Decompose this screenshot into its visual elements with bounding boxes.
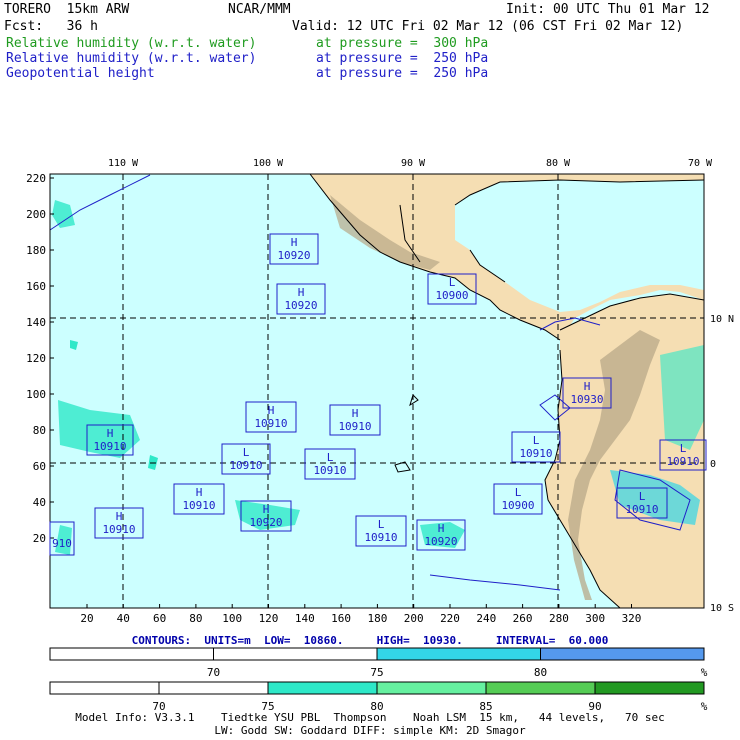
- x-tick-label: 220: [440, 612, 460, 625]
- center-type: H: [291, 236, 298, 249]
- center-value: 10910: [102, 523, 135, 536]
- colorbar-300hpa: 70 75 80 85 90%: [49, 681, 708, 713]
- colorbar-segment: [594, 681, 705, 695]
- model-info-line2: LW: Godd SW: Goddard DIFF: simple KM: 2D…: [214, 724, 526, 737]
- colorbar-segment: [158, 681, 269, 695]
- center-value: 10900: [435, 289, 468, 302]
- center-type: H: [116, 510, 123, 523]
- center-type: L: [680, 442, 687, 455]
- lon-label: 90 W: [401, 158, 426, 169]
- center-value: 10910: [254, 417, 287, 430]
- colorbar-unit: %: [701, 666, 708, 679]
- x-tick-label: 100: [222, 612, 242, 625]
- colorbar-segment: [540, 647, 705, 661]
- center-value: 10920: [424, 535, 457, 548]
- x-tick-label: 300: [585, 612, 605, 625]
- center-type: H: [298, 286, 305, 299]
- y-tick-label: 80: [33, 424, 46, 437]
- y-tick-label: 20: [33, 532, 46, 545]
- lon-label: 110 W: [108, 158, 139, 169]
- y-tick-label: 220: [26, 172, 46, 185]
- center-value: 10930: [570, 393, 603, 406]
- y-tick-label: 160: [26, 280, 46, 293]
- center-value: 10920: [277, 249, 310, 262]
- center-value: 910: [52, 537, 72, 550]
- y-tick-label: 180: [26, 244, 46, 257]
- center-type: L: [378, 518, 385, 531]
- center-type: L: [327, 451, 334, 464]
- y-tick-label: 40: [33, 496, 46, 509]
- x-tick-label: 320: [622, 612, 642, 625]
- y-tick-label: 200: [26, 208, 46, 221]
- colorbar-segment: [376, 647, 541, 661]
- center-value: 10910: [338, 420, 371, 433]
- x-tick-label: 280: [549, 612, 569, 625]
- lon-label: 100 W: [253, 158, 284, 169]
- center-type: H: [268, 404, 275, 417]
- center-value: 10910: [313, 464, 346, 477]
- colorbar-segment: [49, 681, 160, 695]
- y-tick-label: 100: [26, 388, 46, 401]
- center-value: 10920: [284, 299, 317, 312]
- colorbar-segment: [213, 647, 378, 661]
- center-type: L: [449, 276, 456, 289]
- center-value: 10910: [364, 531, 397, 544]
- center-type: L: [515, 486, 522, 499]
- center-value: 10910: [229, 459, 262, 472]
- center-type: H: [107, 427, 114, 440]
- center-value: 10920: [249, 516, 282, 529]
- x-tick-label: 240: [476, 612, 496, 625]
- y-tick-label: 120: [26, 352, 46, 365]
- center-value: 10910: [182, 499, 215, 512]
- lat-label: 10 N: [710, 314, 734, 325]
- y-tick-label: 140: [26, 316, 46, 329]
- y-tick-label: 60: [33, 460, 46, 473]
- center-type: H: [584, 380, 591, 393]
- lat-label: 10 S: [710, 603, 734, 614]
- right-lat-labels: 10 N 0 10 S: [710, 314, 734, 614]
- colorbar-label: 80: [534, 666, 547, 679]
- colorbar-segment: [485, 681, 596, 695]
- model-info-line1: Model Info: V3.3.1 Tiedtke YSU PBL Thomp…: [75, 711, 665, 724]
- lon-label: 80 W: [546, 158, 571, 169]
- x-tick-label: 180: [367, 612, 387, 625]
- top-lon-labels: 110 W 100 W 90 W 80 W 70 W: [108, 158, 713, 169]
- center-type: L: [639, 490, 646, 503]
- x-tick-label: 260: [513, 612, 533, 625]
- center-value: 10900: [501, 499, 534, 512]
- colorbar-segment: [267, 681, 378, 695]
- colorbar-segment: [49, 647, 214, 661]
- x-tick-label: 40: [117, 612, 130, 625]
- center-type: H: [196, 486, 203, 499]
- colorbar-250hpa: 70 75 80%: [49, 647, 708, 679]
- x-tick-label: 140: [295, 612, 315, 625]
- center-type: L: [243, 446, 250, 459]
- center-value: 10910: [93, 440, 126, 453]
- colorbar-segment: [376, 681, 487, 695]
- x-tick-label: 60: [153, 612, 166, 625]
- center-value: 10910: [625, 503, 658, 516]
- center-value: 10910: [666, 455, 699, 468]
- center-type: H: [352, 407, 359, 420]
- colorbar-label: 70: [207, 666, 220, 679]
- x-tick-label: 160: [331, 612, 351, 625]
- center-type: H: [438, 522, 445, 535]
- x-tick-label: 80: [189, 612, 202, 625]
- lat-label: 0: [710, 459, 716, 470]
- colorbar-label: 75: [370, 666, 383, 679]
- center-type: L: [533, 434, 540, 447]
- center-value: 10910: [519, 447, 552, 460]
- lon-label: 70 W: [688, 158, 713, 169]
- weather-map: 110 W 100 W 90 W 80 W 70 W 10 N 0 10 S 2…: [26, 158, 734, 713]
- center-type: H: [263, 503, 270, 516]
- x-tick-label: 120: [259, 612, 279, 625]
- contours-info: CONTOURS: UNITS=m LOW= 10860. HIGH= 1093…: [131, 634, 609, 647]
- x-tick-label: 20: [80, 612, 93, 625]
- x-tick-label: 200: [404, 612, 424, 625]
